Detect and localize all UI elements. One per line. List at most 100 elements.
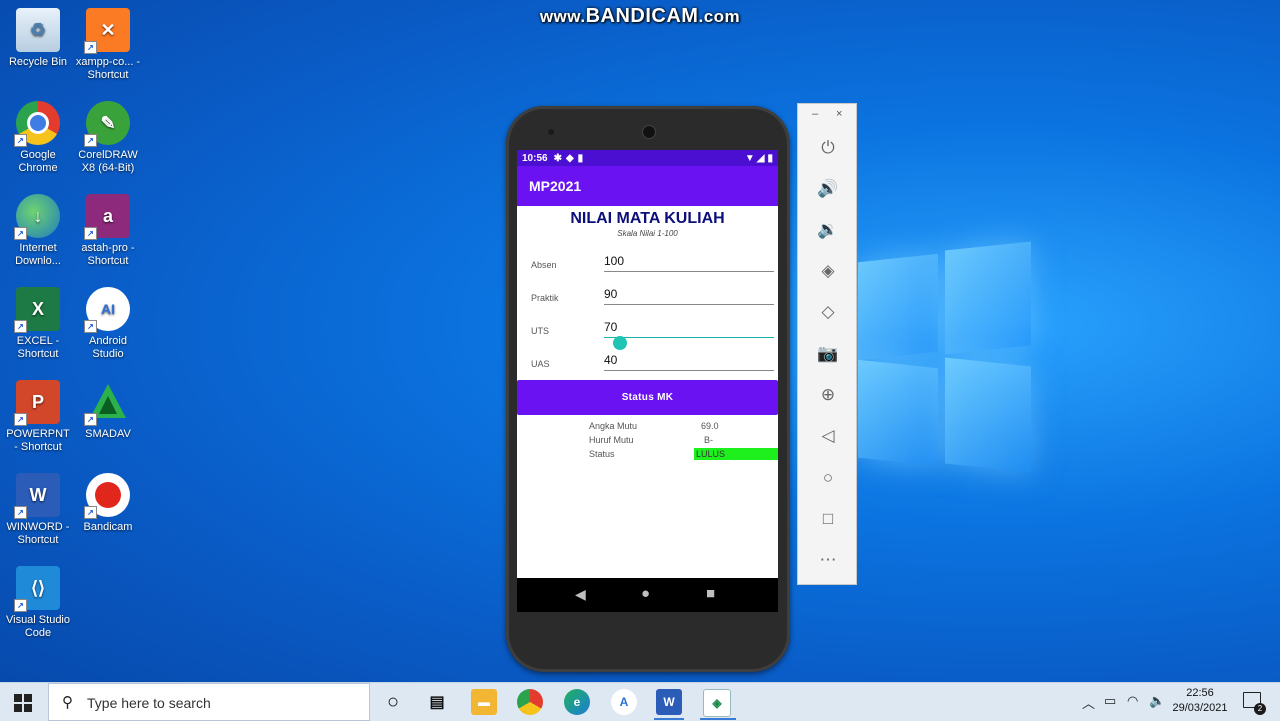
praktik-label: Praktik <box>531 293 559 303</box>
more-icon[interactable]: ⋯ <box>815 547 841 573</box>
xampp-icon: ✕ ↗ <box>84 8 130 54</box>
phone-screen: 10:56 ✱ ◆ ▮ ▼ ◢ ▮ MP2021 NILAI MATA KULI… <box>517 150 778 612</box>
page-heading: NILAI MATA KULIAH <box>570 210 725 227</box>
battery-tray-icon[interactable]: ▭ <box>1104 693 1116 709</box>
android-studio-shortcut[interactable]: AI ↗ Android Studio <box>74 287 142 361</box>
desktop-icon-label: Android Studio <box>89 335 127 360</box>
status-badge: LULUS <box>694 448 778 460</box>
taskbar-clock[interactable]: 22:56 29/03/2021 <box>1168 686 1232 716</box>
desktop-icon-label: POWERPNT - Shortcut <box>6 428 70 453</box>
cortana-icon[interactable]: ○ <box>380 689 406 715</box>
desktop-icon-label: SMADAV <box>85 428 131 440</box>
camera-icon[interactable]: 📷 <box>815 341 841 367</box>
front-camera <box>642 125 656 139</box>
show-hidden-icons-icon[interactable]: ︿ <box>1082 693 1095 712</box>
excel-shortcut[interactable]: X ↗ EXCEL - Shortcut <box>4 287 72 361</box>
status-mk-button[interactable]: Status MK <box>517 380 778 415</box>
windows-start-icon[interactable] <box>14 694 32 712</box>
desktop-icon-label: CorelDRAW X8 (64-Bit) <box>78 149 138 174</box>
windows-taskbar: ⚲ Type here to search ○ ▤ ▬ e A W ◈ ︿ ▭ … <box>0 682 1280 721</box>
volume-down-icon[interactable]: 🔉 <box>815 217 841 243</box>
rotate-left-icon[interactable]: ◈ <box>815 258 841 284</box>
praktik-input[interactable]: 90 <box>604 287 774 305</box>
home-icon[interactable]: ○ <box>815 465 841 491</box>
desktop-icon-label: Visual Studio Code <box>5 614 70 639</box>
uts-row: UTS 70 <box>517 318 778 342</box>
result-row: Angka Mutu 69.0 <box>517 420 778 434</box>
edge-icon[interactable]: e <box>564 689 590 715</box>
absen-label: Absen <box>531 260 557 270</box>
desktop-icon-label: xampp-co... - Shortcut <box>75 56 141 81</box>
result-row: Huruf Mutu B- <box>517 434 778 448</box>
bandicam-icon: ↗ <box>84 473 130 519</box>
desktop-icon-label: astah-pro - Shortcut <box>81 242 135 267</box>
huruf-mutu-label: Huruf Mutu <box>589 435 634 445</box>
smadav-shortcut[interactable]: ↗ SMADAV <box>74 380 142 441</box>
nav-back-icon[interactable]: ◀ <box>575 586 586 603</box>
android-nav-bar: ◀ ● ■ <box>517 578 778 612</box>
volume-tray-icon[interactable]: 🔈 <box>1149 693 1165 709</box>
wifi-tray-icon[interactable]: ◠ <box>1127 693 1138 709</box>
shield-status-icon: ◆ <box>565 152 574 164</box>
internet-download-manager-shortcut[interactable]: ↓ ↗ Internet Downlo... <box>4 194 72 268</box>
proximity-sensor <box>548 129 554 135</box>
powerpoint-shortcut[interactable]: P ↗ POWERPNT - Shortcut <box>4 380 72 454</box>
google-chrome-shortcut[interactable]: ↗ Google Chrome <box>4 101 72 175</box>
overview-icon[interactable]: □ <box>815 506 841 532</box>
taskbar-search-box[interactable]: ⚲ Type here to search <box>48 683 370 721</box>
task-view-icon[interactable]: ▤ <box>424 689 450 715</box>
android-studio-taskbar-icon[interactable]: A <box>611 689 637 715</box>
excel-icon: X ↗ <box>14 287 60 333</box>
result-row: Status LULUS <box>517 448 778 462</box>
praktik-row: Praktik 90 <box>517 285 778 309</box>
sdcard-status-icon: ▮ <box>577 152 584 164</box>
uas-label: UAS <box>531 359 550 369</box>
desktop-icon-label: Recycle Bin <box>8 56 68 68</box>
clock-time: 22:56 <box>1186 687 1214 699</box>
desktop-icon-label: EXCEL - Shortcut <box>16 335 60 360</box>
volume-up-icon[interactable]: 🔊 <box>815 176 841 202</box>
back-icon[interactable]: ◁ <box>815 423 841 449</box>
emulator-toolbar: – × ⏻ 🔊 🔉 ◈ ◇ 📷 ⊕ ◁ ○ □ ⋯ <box>797 103 857 585</box>
nav-recents-icon[interactable]: ■ <box>706 585 715 602</box>
app-title: MP2021 <box>529 178 582 194</box>
uas-input[interactable]: 40 <box>604 353 774 371</box>
desktop-icon-label: Internet Downlo... <box>15 242 61 267</box>
power-icon[interactable]: ⏻ <box>815 135 841 161</box>
rotate-right-icon[interactable]: ◇ <box>815 299 841 325</box>
word-taskbar-icon[interactable]: W <box>656 689 682 715</box>
desktop-icon-label: Google Chrome <box>18 149 58 174</box>
uts-input[interactable]: 70 <box>604 320 774 338</box>
zoom-icon[interactable]: ⊕ <box>815 382 841 408</box>
coreldraw-icon: ✎ ↗ <box>84 101 130 147</box>
signal-icon: ◢ <box>756 152 765 164</box>
status-label: Status <box>589 449 615 459</box>
close-icon[interactable]: × <box>836 108 842 120</box>
chrome-taskbar-icon[interactable] <box>517 689 543 715</box>
absen-input[interactable]: 100 <box>604 254 774 272</box>
xampp-shortcut[interactable]: ✕ ↗ xampp-co... - Shortcut <box>74 8 142 82</box>
desktop-icon-label: WINWORD - Shortcut <box>6 521 70 546</box>
emulator-taskbar-icon[interactable]: ◈ <box>703 689 731 717</box>
minimize-icon[interactable]: – <box>812 108 818 120</box>
file-explorer-icon[interactable]: ▬ <box>471 689 497 715</box>
coreldraw-shortcut[interactable]: ✎ ↗ CorelDRAW X8 (64-Bit) <box>74 101 142 175</box>
angka-mutu-label: Angka Mutu <box>589 421 638 431</box>
recycle-bin-shortcut[interactable]: ♻ Recycle Bin <box>4 8 72 69</box>
wifi-icon: ▼ <box>744 152 755 164</box>
powerpoint-icon: P ↗ <box>14 380 60 426</box>
nav-home-icon[interactable]: ● <box>641 585 650 602</box>
android-studio-icon: AI ↗ <box>84 287 130 333</box>
bandicam-shortcut[interactable]: ↗ Bandicam <box>74 473 142 534</box>
app-bar: MP2021 <box>517 166 778 206</box>
smadav-icon: ↗ <box>84 380 130 426</box>
word-shortcut[interactable]: W ↗ WINWORD - Shortcut <box>4 473 72 547</box>
text-cursor-handle[interactable] <box>613 336 627 350</box>
visual-studio-code-shortcut[interactable]: ⟨⟩ ↗ Visual Studio Code <box>4 566 72 640</box>
search-icon: ⚲ <box>62 694 73 711</box>
uas-row: UAS 40 <box>517 351 778 375</box>
page-subheading: Skala Nilai 1-100 <box>617 229 678 238</box>
astah-icon: a ↗ <box>84 194 130 240</box>
clock-date: 29/03/2021 <box>1172 702 1228 714</box>
astah-pro-shortcut[interactable]: a ↗ astah-pro - Shortcut <box>74 194 142 268</box>
